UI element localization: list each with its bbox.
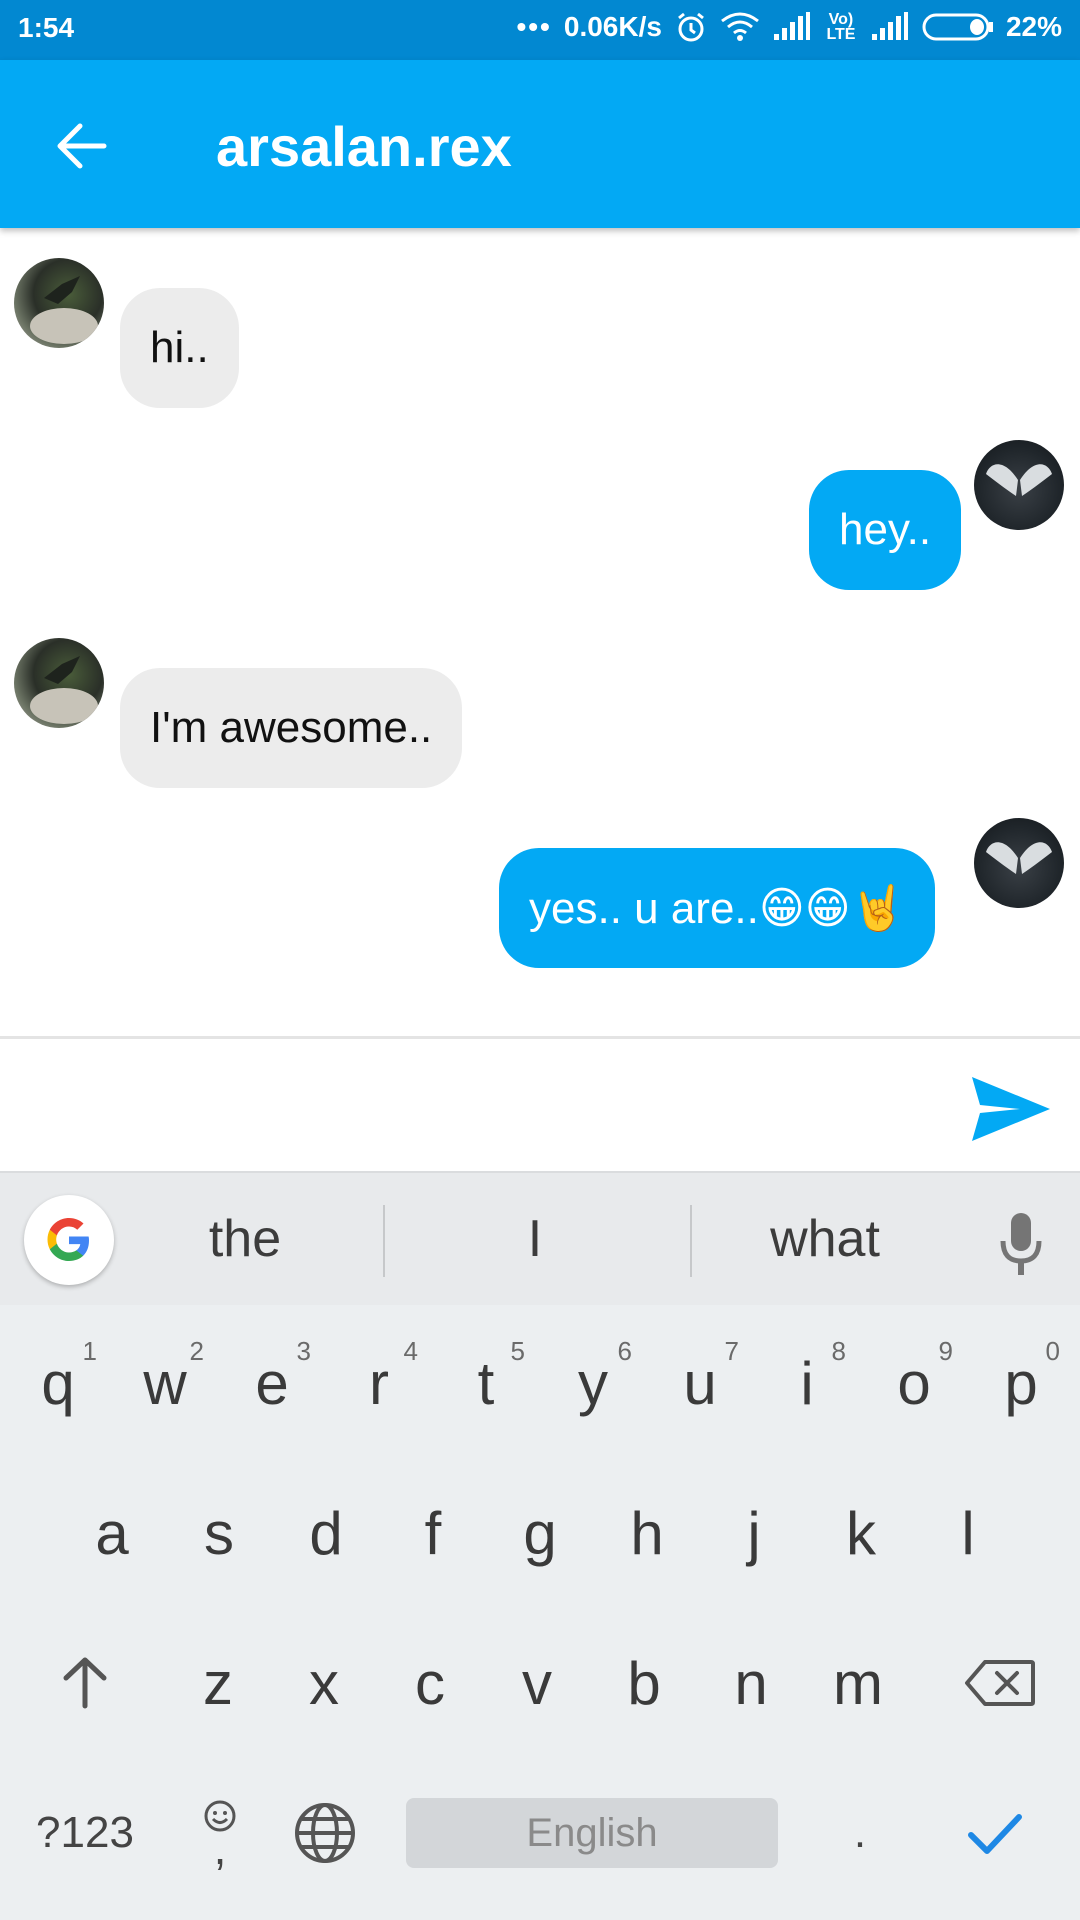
- key-d[interactable]: d: [273, 1468, 379, 1598]
- key-f[interactable]: f: [380, 1468, 486, 1598]
- key-label: q: [41, 1349, 75, 1417]
- suggestion-2[interactable]: I: [440, 1209, 630, 1269]
- key-hint: 6: [617, 1336, 632, 1366]
- suggestion-divider: [690, 1205, 692, 1277]
- key-e[interactable]: e3: [219, 1318, 325, 1448]
- key-p[interactable]: p0: [968, 1318, 1074, 1448]
- key-k[interactable]: k: [808, 1468, 914, 1598]
- enter-key[interactable]: [955, 1788, 1035, 1878]
- battery-icon: [922, 12, 994, 42]
- key-label: y: [578, 1349, 608, 1417]
- message-bubble-incoming[interactable]: I'm awesome..: [120, 668, 463, 788]
- wifi-icon: [720, 11, 760, 43]
- symbols-key[interactable]: ?123: [20, 1788, 150, 1878]
- chat-title: arsalan.rex: [216, 115, 512, 178]
- message-input[interactable]: [20, 1059, 940, 1151]
- key-hint: 1: [82, 1336, 97, 1366]
- key-g[interactable]: g: [487, 1468, 593, 1598]
- key-label: p: [1004, 1349, 1038, 1417]
- message-bubble-outgoing[interactable]: hey..: [809, 470, 962, 590]
- key-hint: 3: [296, 1336, 311, 1366]
- suggestion-1[interactable]: the: [150, 1209, 340, 1269]
- signal-icon: [772, 12, 812, 42]
- period-key[interactable]: .: [820, 1788, 900, 1878]
- key-i[interactable]: i8: [754, 1318, 860, 1448]
- contact-avatar[interactable]: [14, 638, 104, 728]
- more-dots-icon: •••: [516, 11, 552, 42]
- key-v[interactable]: v: [484, 1618, 590, 1748]
- key-h[interactable]: h: [594, 1468, 700, 1598]
- key-z[interactable]: z: [165, 1618, 271, 1748]
- space-bar[interactable]: English: [406, 1798, 778, 1868]
- mic-icon: [1000, 1213, 1042, 1275]
- send-icon: [972, 1077, 1050, 1141]
- key-r[interactable]: r4: [326, 1318, 432, 1448]
- key-label: i: [800, 1349, 814, 1417]
- suggestion-strip: the I what: [0, 1171, 1080, 1305]
- message-bubble-incoming[interactable]: hi..: [120, 288, 239, 408]
- key-hint: 8: [831, 1336, 846, 1366]
- key-y[interactable]: y6: [540, 1318, 646, 1448]
- message-bubble-outgoing[interactable]: yes.. u are..😁😁🤘: [499, 848, 936, 968]
- arrow-back-icon: [57, 123, 107, 169]
- key-label: o: [897, 1349, 931, 1417]
- shift-key[interactable]: [32, 1618, 138, 1748]
- check-icon: [968, 1814, 1022, 1854]
- suggestion-3[interactable]: what: [730, 1209, 920, 1269]
- comma-label: ,: [213, 1822, 227, 1874]
- key-o[interactable]: o9: [861, 1318, 967, 1448]
- shift-icon: [63, 1657, 107, 1709]
- network-speed: 0.06K/s: [563, 11, 662, 42]
- key-n[interactable]: n: [698, 1618, 804, 1748]
- battery-percent: 22%: [1005, 11, 1062, 42]
- contact-avatar[interactable]: [14, 258, 104, 348]
- globe-icon: [295, 1803, 355, 1863]
- backspace-key[interactable]: [940, 1618, 1060, 1748]
- key-s[interactable]: s: [166, 1468, 272, 1598]
- key-label: u: [683, 1349, 717, 1417]
- key-hint: 5: [510, 1336, 525, 1366]
- message-list[interactable]: hi.. hey.. I'm awesome.. yes.. u are..😁😁…: [0, 228, 1080, 1036]
- key-b[interactable]: b: [591, 1618, 697, 1748]
- key-l[interactable]: l: [915, 1468, 1021, 1598]
- key-m[interactable]: m: [805, 1618, 911, 1748]
- key-hint: 7: [724, 1336, 739, 1366]
- user-avatar[interactable]: [974, 818, 1064, 908]
- key-c[interactable]: c: [377, 1618, 483, 1748]
- key-x[interactable]: x: [271, 1618, 377, 1748]
- google-button[interactable]: [24, 1195, 114, 1285]
- key-q[interactable]: q1: [5, 1318, 111, 1448]
- backspace-icon: [965, 1660, 1035, 1706]
- key-u[interactable]: u7: [647, 1318, 753, 1448]
- keyboard: the I what q1 w2 e3 r4 t5 y6 u7 i8 o9 p0…: [0, 1171, 1080, 1920]
- key-label: t: [477, 1349, 495, 1417]
- key-t[interactable]: t5: [433, 1318, 539, 1448]
- signal-icon-2: [870, 12, 910, 42]
- key-hint: 2: [189, 1336, 204, 1366]
- volte-icon: Vo) LTE: [826, 11, 856, 43]
- app-bar: arsalan.rex: [0, 60, 1080, 228]
- google-icon: [47, 1218, 89, 1261]
- status-time: 1:54: [18, 12, 75, 43]
- key-hint: 9: [938, 1336, 953, 1366]
- send-button[interactable]: [968, 1073, 1054, 1145]
- user-avatar[interactable]: [974, 440, 1064, 530]
- mic-button[interactable]: [998, 1211, 1044, 1281]
- back-button[interactable]: [52, 116, 112, 176]
- key-w[interactable]: w2: [112, 1318, 218, 1448]
- key-label: w: [143, 1349, 187, 1417]
- key-label: r: [369, 1349, 389, 1417]
- key-j[interactable]: j: [701, 1468, 807, 1598]
- status-bar: 1:54 ••• 0.06K/s Vo) LTE 22%: [0, 0, 1080, 60]
- key-hint: 4: [403, 1336, 418, 1366]
- key-label: e: [255, 1349, 289, 1417]
- key-a[interactable]: a: [59, 1468, 165, 1598]
- suggestion-divider: [383, 1205, 385, 1277]
- composer: [0, 1039, 1080, 1171]
- key-hint: 0: [1045, 1336, 1060, 1366]
- language-key[interactable]: [285, 1788, 365, 1878]
- comma-key[interactable]: ,: [175, 1771, 265, 1891]
- alarm-icon: [674, 10, 708, 44]
